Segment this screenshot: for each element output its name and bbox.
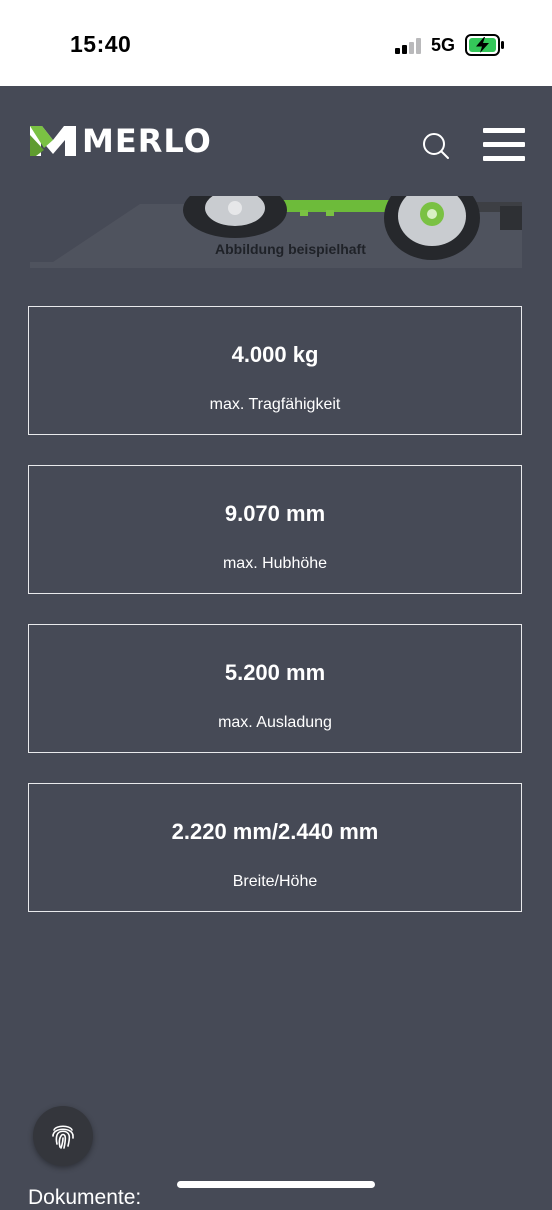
merlo-logo-mark-icon (30, 126, 76, 156)
spec-card-outreach: 5.200 mm max. Ausladung (28, 624, 522, 753)
search-button[interactable] (420, 130, 452, 162)
product-image: Abbildung beispielhaft (30, 196, 522, 268)
status-time: 15:40 (70, 31, 132, 57)
spec-value: 5.200 mm (224, 660, 326, 685)
telehandler-illustration (30, 196, 522, 268)
spec-label: max. Ausladung (218, 714, 332, 731)
home-indicator (177, 1181, 375, 1188)
spec-card-load-capacity: 4.000 kg max. Tragfähigkeit (28, 306, 522, 435)
spec-value: 2.220 mm/2.440 mm (171, 819, 379, 844)
signal-bars-icon (395, 38, 421, 54)
brand-name: MERLO (82, 122, 212, 160)
documents-heading: Dokumente: (28, 1186, 142, 1209)
fingerprint-icon (52, 1125, 74, 1149)
spec-value: 4.000 kg (231, 342, 319, 367)
spec-card-dimensions: 2.220 mm/2.440 mm Breite/Höhe (28, 783, 522, 912)
site-header: MERLO (0, 86, 552, 196)
spec-card-lift-height: 9.070 mm max. Hubhöhe (28, 465, 522, 594)
battery-charging-icon (465, 34, 504, 56)
spec-value: 9.070 mm (224, 501, 326, 526)
fingerprint-button[interactable] (33, 1106, 93, 1166)
image-caption: Abbildung beispielhaft (215, 241, 366, 257)
spec-label: max. Tragfähigkeit (209, 396, 341, 413)
search-icon (423, 133, 449, 159)
merlo-logo[interactable]: MERLO (30, 122, 245, 160)
network-label: 5G (431, 35, 456, 55)
spec-label: max. Hubhöhe (222, 555, 328, 572)
hamburger-menu-icon[interactable] (483, 128, 525, 162)
spec-label: Breite/Höhe (232, 873, 318, 890)
status-bar: 15:40 5G (0, 0, 552, 86)
